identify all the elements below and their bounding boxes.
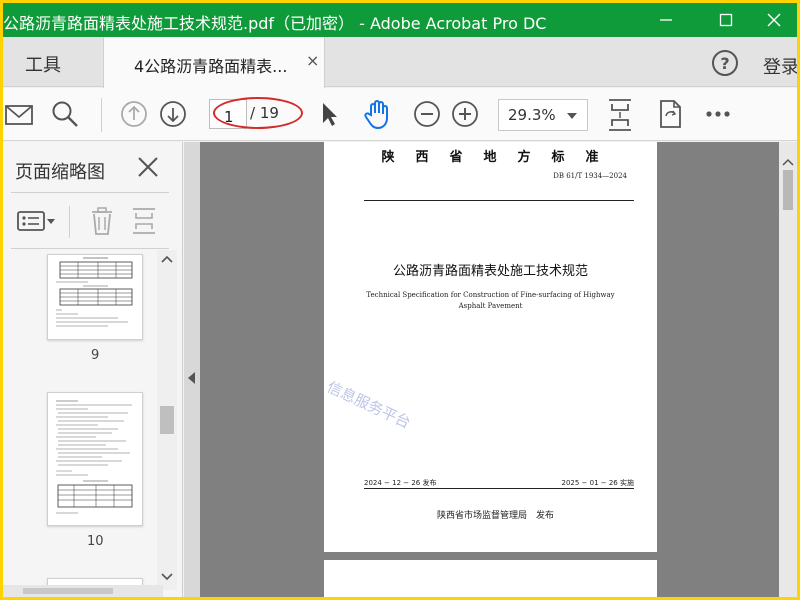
zoom-in-icon xyxy=(452,101,478,127)
search-button[interactable] xyxy=(49,98,81,130)
panel-toolbar-divider xyxy=(69,206,70,238)
zoom-in-button[interactable] xyxy=(450,99,480,129)
next-page-button[interactable] xyxy=(158,99,188,129)
rotate-view-button[interactable] xyxy=(655,97,685,131)
thumbnail-preview xyxy=(56,257,133,327)
panel-divider xyxy=(11,248,169,249)
date-rule xyxy=(364,488,634,489)
panel-divider xyxy=(11,192,169,193)
fit-page-icon xyxy=(609,99,631,131)
scrollbar-thumb[interactable] xyxy=(23,588,113,594)
watermark: 信息服务平台 xyxy=(324,377,414,433)
window-title: 公路沥青路面精表处施工技术规范.pdf（已加密） - Adobe Acrobat… xyxy=(3,14,547,33)
email-button[interactable] xyxy=(3,100,35,130)
acrobat-window: 公路沥青路面精表处施工技术规范.pdf（已加密） - Adobe Acrobat… xyxy=(3,3,797,597)
thumbnail-options-button[interactable] xyxy=(17,210,57,234)
effective-date: 2025 − 01 − 26 实施 xyxy=(561,479,635,487)
thumbnail-scrollbar[interactable] xyxy=(157,250,177,590)
select-arrow-icon xyxy=(323,103,337,126)
delete-page-button[interactable] xyxy=(89,206,115,236)
help-glyph: ? xyxy=(720,53,730,73)
zoom-dropdown[interactable]: 29.3% xyxy=(498,99,588,131)
zoom-out-icon xyxy=(414,101,440,127)
chevron-up-icon[interactable] xyxy=(782,158,794,166)
document-page: 陕西省地方标准 DB 61/T 1934—2024 公路沥青路面精表处施工技术规… xyxy=(324,142,657,552)
select-tool-button[interactable] xyxy=(317,99,341,129)
document-tab-label: 4公路沥青路面精表... xyxy=(134,57,288,76)
tab-document[interactable]: 4公路沥青路面精表... × xyxy=(103,37,325,88)
minimize-button[interactable] xyxy=(643,3,689,37)
thumbnail-page[interactable] xyxy=(47,254,143,340)
more-tools-button[interactable] xyxy=(703,102,733,126)
close-icon xyxy=(767,13,781,27)
email-icon xyxy=(5,105,33,125)
trash-icon xyxy=(92,207,112,235)
publish-date: 2024 − 12 − 26 发布 xyxy=(364,479,437,487)
insert-page-icon xyxy=(133,208,155,234)
title-bar: 公路沥青路面精表处施工技术规范.pdf（已加密） - Adobe Acrobat… xyxy=(3,3,797,37)
prev-page-icon xyxy=(121,101,147,127)
document-view[interactable]: 陕西省地方标准 DB 61/T 1934—2024 公路沥青路面精表处施工技术规… xyxy=(184,142,797,597)
next-page-icon xyxy=(160,101,186,127)
thumbnail-page[interactable] xyxy=(47,392,143,526)
standard-code: DB 61/T 1934—2024 xyxy=(553,172,627,180)
maximize-button[interactable] xyxy=(703,3,749,37)
thumbnail-preview xyxy=(56,400,133,514)
search-icon xyxy=(52,101,78,127)
panel-toolbar xyxy=(3,200,183,240)
zoom-value: 29.3% xyxy=(508,106,556,124)
scrollbar-thumb[interactable] xyxy=(783,170,793,210)
insert-page-button[interactable] xyxy=(131,206,157,236)
login-link[interactable]: 登录 xyxy=(763,53,797,79)
panel-title: 页面缩略图 xyxy=(15,162,105,183)
chevron-down-icon xyxy=(567,113,577,119)
document-title-english: Technical Specification for Construction… xyxy=(366,291,615,310)
help-icon[interactable]: ? xyxy=(712,50,738,76)
tab-bar: 工具 4公路沥青路面精表... × ? 登录 xyxy=(3,37,797,88)
header-rule xyxy=(364,200,634,201)
thumbnail-horizontal-scrollbar[interactable] xyxy=(3,585,163,597)
tab-tools[interactable]: 工具 xyxy=(25,51,61,77)
collapse-left-icon[interactable] xyxy=(188,372,195,384)
hand-tool-icon xyxy=(364,100,388,130)
close-window-button[interactable] xyxy=(751,3,797,37)
chevron-down-icon[interactable] xyxy=(160,572,174,582)
document-title: 公路沥青路面精表处施工技术规范 xyxy=(392,264,588,279)
maximize-icon xyxy=(719,13,733,27)
thumbnail-label: 10 xyxy=(87,534,104,549)
toolbar-divider xyxy=(101,98,102,132)
chevron-up-icon[interactable] xyxy=(160,254,174,264)
standard-header: 陕西省地方标准 xyxy=(381,150,620,165)
zoom-out-button[interactable] xyxy=(412,99,442,129)
prev-page-button[interactable] xyxy=(119,99,149,129)
thumbnail-label: 9 xyxy=(91,348,100,363)
panel-collapse-strip[interactable] xyxy=(184,142,200,597)
close-tab-button[interactable]: × xyxy=(306,51,319,70)
fit-page-button[interactable] xyxy=(605,97,635,133)
close-panel-button[interactable] xyxy=(135,154,161,180)
document-page xyxy=(324,560,657,597)
scrollbar-thumb[interactable] xyxy=(160,406,174,434)
minimize-icon xyxy=(660,19,672,21)
close-icon xyxy=(138,157,158,177)
hand-tool-button[interactable] xyxy=(361,97,395,131)
red-highlight-ellipse xyxy=(213,97,303,129)
issuer: 陕西省市场监督管理局 发布 xyxy=(436,511,554,521)
document-scrollbar[interactable] xyxy=(779,142,797,597)
list-options-icon xyxy=(17,211,55,231)
toolbar: / 19 29.3% xyxy=(3,88,797,141)
rotate-view-icon xyxy=(660,100,681,128)
thumbnail-panel: 页面缩略图 9 10 xyxy=(3,142,183,597)
more-icon xyxy=(706,111,730,117)
